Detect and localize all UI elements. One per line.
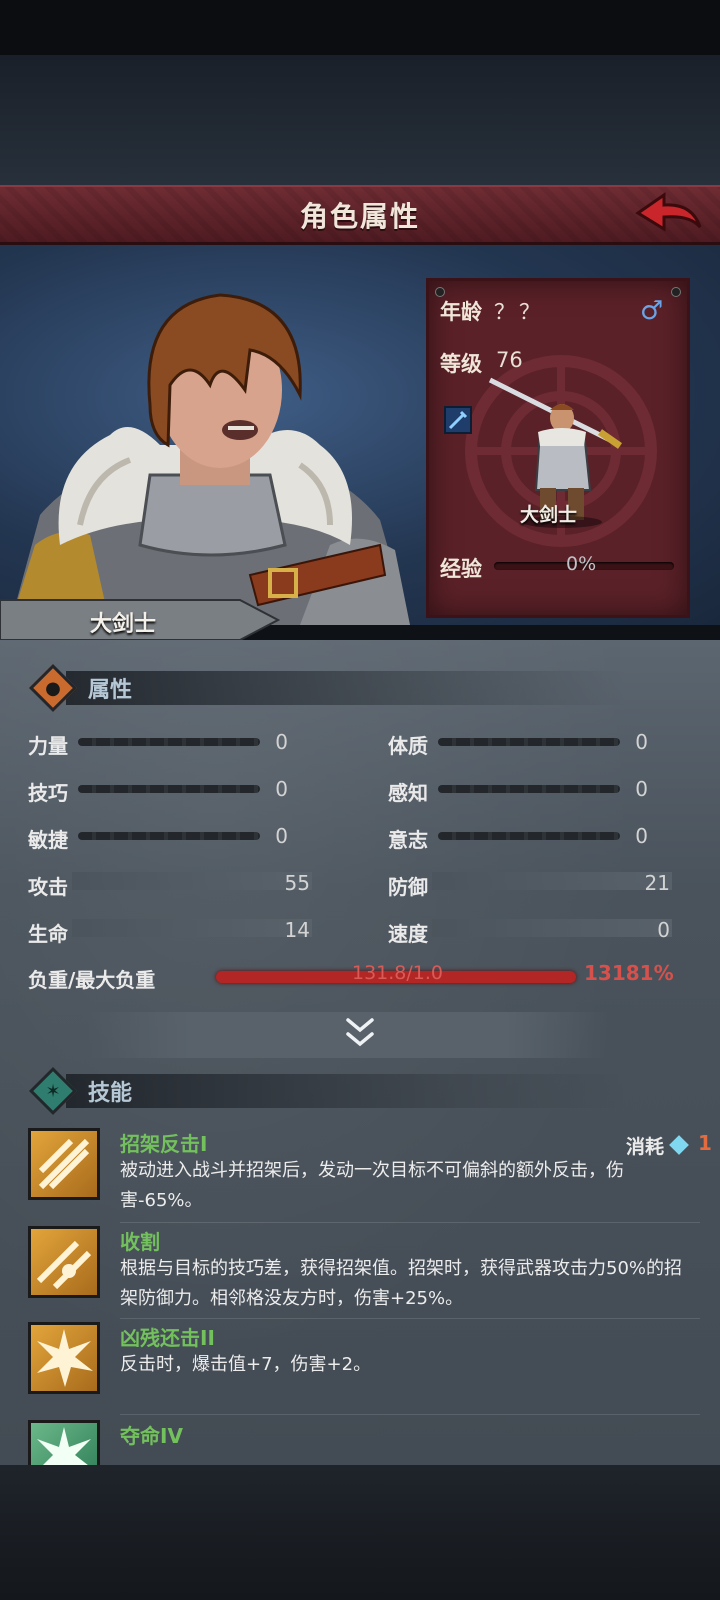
stat-will-value: 0 [635, 824, 648, 848]
top-status-area [0, 0, 720, 55]
stat-hp-value: 14 [284, 918, 310, 942]
exp-value: 0% [566, 553, 597, 575]
stat-will-bar [438, 832, 620, 840]
character-portrait [10, 293, 410, 625]
rivet [671, 287, 681, 297]
parry-counter-icon [28, 1128, 100, 1200]
stat-skill-label: 技巧 [28, 781, 68, 805]
skill-item[interactable]: 收割 根据与目标的技巧差，获得招架值。招架时，获得武器攻击力50%的招架防御力。… [28, 1226, 708, 1318]
age-label: 年龄 [440, 300, 482, 324]
attributes-title: 属性 [88, 678, 133, 703]
deadly-icon [28, 1420, 100, 1465]
stat-perception-bar [438, 785, 620, 793]
stat-defense-label: 防御 [388, 875, 428, 899]
divider [120, 1318, 700, 1319]
skill-name: 招架反击I [120, 1132, 208, 1156]
chevron-down-double-icon[interactable] [344, 1016, 376, 1050]
attributes-header: ● 属性 [28, 663, 630, 713]
brutal-counter-icon [28, 1322, 100, 1394]
skill-desc: 根据与目标的技巧差，获得招架值。招架时，获得武器攻击力50%的招架防御力。相邻格… [120, 1258, 683, 1309]
stat-attack-value: 55 [284, 871, 310, 895]
stat-attack-label: 攻击 [28, 875, 68, 899]
sword-weapon-icon[interactable] [444, 406, 472, 434]
skill-desc: 被动进入战斗并招架后，发动一次目标不可偏斜的额外反击，伤害-65%。 [120, 1160, 624, 1211]
skill-item[interactable]: 招架反击I 被动进入战斗并招架后，发动一次目标不可偏斜的额外反击，伤害-65%。 [28, 1128, 708, 1220]
stat-will-label: 意志 [388, 828, 428, 852]
stat-strength-bar [78, 738, 260, 746]
divider [120, 1414, 700, 1415]
weight-percent: 13181% [584, 961, 674, 985]
weight-value: 131.8/1.0 [352, 962, 444, 984]
attribute-diamond-icon: ● [28, 663, 78, 713]
skill-desc: 反击时，爆击值+7，伤害+2。 [120, 1354, 372, 1375]
backdrop [0, 55, 720, 185]
stat-speed-label: 速度 [388, 922, 428, 946]
class-mini-label: 大剑士 [520, 504, 578, 526]
stat-perception-value: 0 [635, 777, 648, 801]
exp-label: 经验 [440, 557, 482, 581]
level-label: 等级 [440, 352, 482, 376]
back-arrow-icon[interactable] [634, 191, 704, 237]
level-value: 76 [496, 348, 523, 372]
page-title: 角色属性 [299, 199, 420, 233]
skill-name: 收割 [120, 1230, 160, 1254]
class-name: 大剑士 [90, 612, 157, 637]
skill-item[interactable]: 凶残还击II 反击时，爆击值+7，伤害+2。 [28, 1322, 708, 1414]
stat-perception-label: 感知 [388, 781, 428, 805]
male-gender-icon: ♂ [640, 296, 664, 326]
stat-defense-value: 21 [644, 871, 670, 895]
stat-hp-label: 生命 [28, 922, 68, 946]
skill-name: 凶残还击II [120, 1326, 215, 1350]
stat-speed-value: 0 [657, 918, 670, 942]
title-banner: 角色属性 [0, 185, 720, 245]
skill-name: 夺命IV [120, 1424, 183, 1448]
stat-skill-value: 0 [275, 777, 288, 801]
skill-diamond-icon: ✶ [28, 1066, 78, 1116]
stat-agility-value: 0 [275, 824, 288, 848]
age-value: ？？ [494, 300, 544, 324]
stat-constitution-value: 0 [635, 730, 648, 754]
divider [120, 1222, 700, 1223]
stat-agility-bar [78, 832, 260, 840]
bottom-area [0, 1465, 720, 1600]
stat-strength-value: 0 [275, 730, 288, 754]
stat-agility-label: 敏捷 [28, 828, 68, 852]
skills-header: ✶ 技能 [28, 1066, 630, 1116]
skills-title: 技能 [88, 1081, 133, 1106]
skill-item[interactable]: 夺命IV [28, 1420, 708, 1465]
stat-constitution-label: 体质 [388, 734, 428, 758]
stat-skill-bar [78, 785, 260, 793]
stat-strength-label: 力量 [28, 734, 68, 758]
harvest-icon [28, 1226, 100, 1298]
stat-constitution-bar [438, 738, 620, 746]
weight-label: 负重/最大负重 [28, 968, 156, 992]
